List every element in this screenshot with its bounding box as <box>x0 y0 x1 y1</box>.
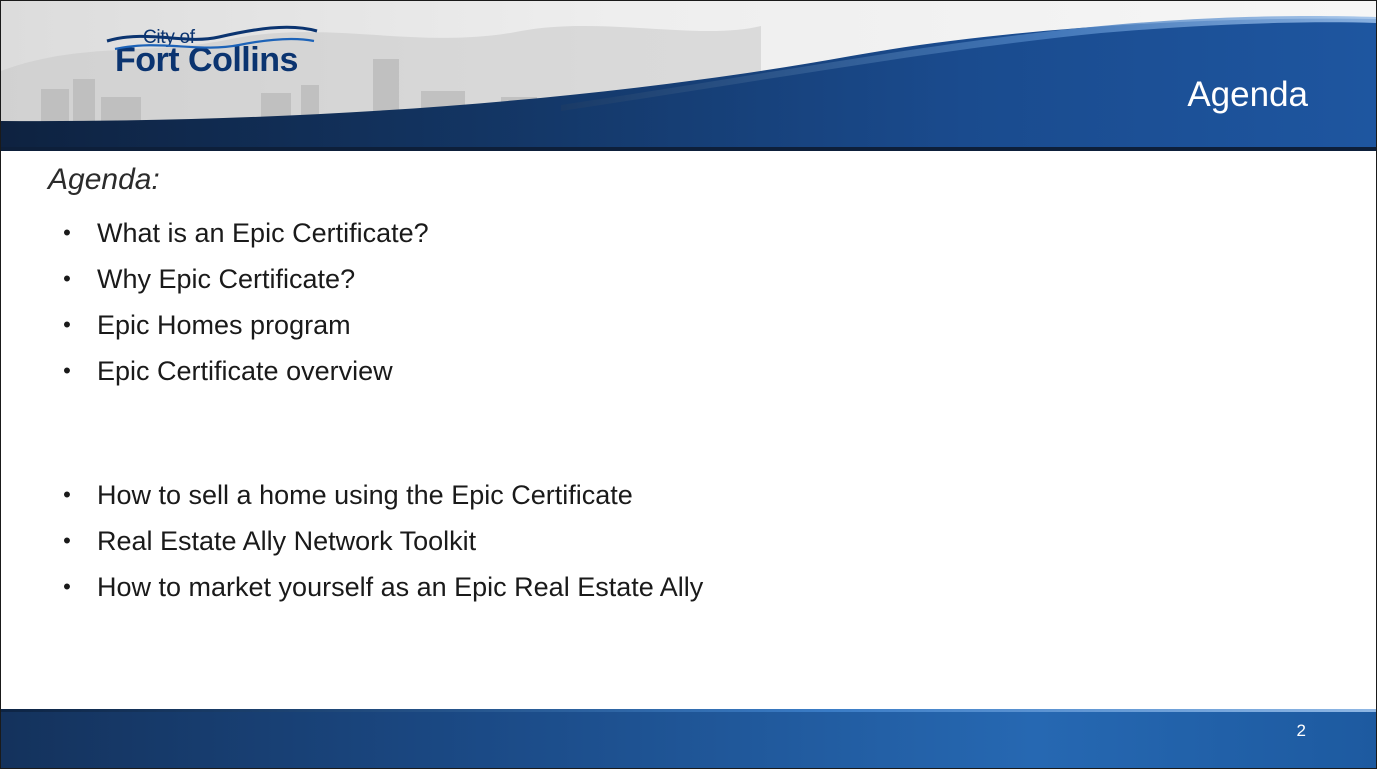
slide: City of Fort Collins Agenda Agenda: • Wh… <box>0 0 1377 769</box>
list-item: • How to market yourself as an Epic Real… <box>57 564 1317 610</box>
bullet-icon: • <box>63 482 71 507</box>
bullet-icon: • <box>63 266 71 291</box>
list-item-text: What is an Epic Certificate? <box>97 218 429 248</box>
agenda-list: • What is an Epic Certificate? • Why Epi… <box>57 210 1317 610</box>
logo-swoosh-icon <box>106 25 318 51</box>
footer-divider <box>1 709 1376 712</box>
list-item-text: How to sell a home using the Epic Certif… <box>97 480 633 510</box>
list-item: • What is an Epic Certificate? <box>57 210 1317 256</box>
bullet-icon: • <box>63 358 71 383</box>
header-banner: City of Fort Collins Agenda <box>1 1 1376 151</box>
list-item-text: How to market yourself as an Epic Real E… <box>97 572 704 602</box>
slide-title: Agenda <box>1187 75 1308 114</box>
list-item-text: Why Epic Certificate? <box>97 264 356 294</box>
bullet-icon: • <box>63 312 71 337</box>
list-item-text: Epic Homes program <box>97 310 351 340</box>
list-item-text: Epic Certificate overview <box>97 356 393 386</box>
list-item: • Epic Certificate overview <box>57 348 1317 394</box>
list-item-text: Real Estate Ally Network Toolkit <box>97 526 477 556</box>
list-item: • Epic Homes program <box>57 302 1317 348</box>
list-item: • Real Estate Ally Network Toolkit <box>57 518 1317 564</box>
agenda-heading: Agenda: <box>48 163 160 196</box>
bullet-icon: • <box>63 574 71 599</box>
bullet-icon: • <box>63 528 71 553</box>
list-item: • How to sell a home using the Epic Cert… <box>57 472 1317 518</box>
footer-bar: 2 <box>1 709 1376 768</box>
city-logo: City of Fort Collins <box>89 11 329 105</box>
list-item: • Why Epic Certificate? <box>57 256 1317 302</box>
page-number: 2 <box>1296 721 1306 740</box>
bullet-icon: • <box>63 220 71 245</box>
